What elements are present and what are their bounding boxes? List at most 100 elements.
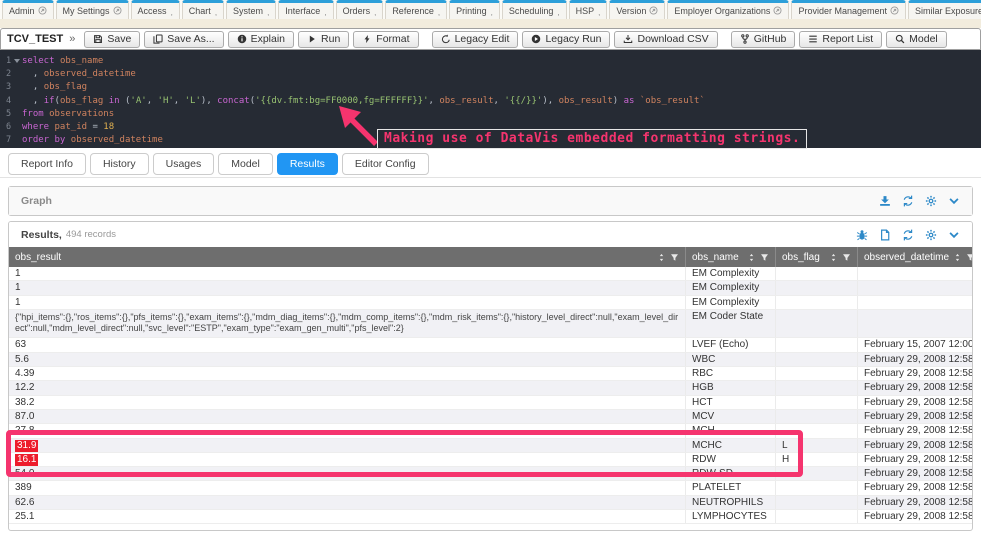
results-panel-header[interactable]: Results, 494 records xyxy=(9,222,972,247)
cell-obs-result: 27.8 xyxy=(9,424,686,437)
explain-button[interactable]: Explain xyxy=(228,31,294,48)
funnel-icon[interactable] xyxy=(966,253,973,262)
menu-item-interface[interactable]: Interface, xyxy=(278,0,333,19)
menu-item-scheduling[interactable]: Scheduling, xyxy=(502,0,567,19)
cell-obs-flag xyxy=(776,467,858,480)
cell-obs-name: MCHC xyxy=(686,439,776,452)
external-icon xyxy=(38,6,47,15)
menu-item-version[interactable]: Version xyxy=(609,0,665,19)
token: obs_name xyxy=(60,56,103,66)
menu-item-my-settings[interactable]: My Settings xyxy=(56,0,129,19)
cell-obs-result: 4.39 xyxy=(9,367,686,380)
funnel-icon[interactable] xyxy=(842,253,851,262)
line-number: 2 xyxy=(0,68,22,81)
table-row: 1EM Complexity xyxy=(9,296,972,310)
model-button[interactable]: Model xyxy=(886,31,947,48)
play-icon xyxy=(307,34,317,44)
table-row: 4.39RBCFebruary 29, 2008 12:58 PM xyxy=(9,367,972,381)
menu-item-access[interactable]: Access, xyxy=(131,0,180,19)
legacy-run-button[interactable]: Legacy Run xyxy=(522,31,610,48)
legacy-edit-button[interactable]: Legacy Edit xyxy=(432,31,519,48)
cell-observed-datetime xyxy=(858,281,972,294)
file-icon[interactable] xyxy=(879,229,891,241)
sort-icon[interactable] xyxy=(657,253,666,262)
chevron-down-icon[interactable] xyxy=(948,229,960,241)
refresh-icon[interactable] xyxy=(902,195,914,207)
token: in xyxy=(103,96,125,106)
external-icon xyxy=(649,6,658,15)
cell-obs-name: RDW-SD xyxy=(686,467,776,480)
sort-icon[interactable] xyxy=(953,253,962,262)
download-tray-icon[interactable] xyxy=(879,195,891,207)
funnel-icon[interactable] xyxy=(760,253,769,262)
cell-obs-result: 1 xyxy=(9,296,686,309)
token: ), xyxy=(201,96,217,106)
fold-caret[interactable] xyxy=(14,59,20,63)
table-row: 31.9MCHCLFebruary 29, 2008 12:58 PM xyxy=(9,439,972,453)
menu-item-provider-management[interactable]: Provider Management xyxy=(791,0,906,19)
results-table-header: obs_resultobs_nameobs_flagobserved_datet… xyxy=(9,247,972,267)
save-as-label: Save As... xyxy=(167,33,214,45)
table-row: 1EM Complexity xyxy=(9,267,972,281)
code-text: order by observed_datetime xyxy=(22,134,163,147)
cell-obs-name: MCV xyxy=(686,410,776,423)
cell-obs-result: 16.1 xyxy=(9,453,686,466)
token: , xyxy=(147,96,158,106)
run-button[interactable]: Run xyxy=(298,31,349,48)
save-button[interactable]: Save xyxy=(84,31,140,48)
tab-model[interactable]: Model xyxy=(218,153,273,175)
funnel-icon[interactable] xyxy=(670,253,679,262)
menu-item-orders[interactable]: Orders, xyxy=(336,0,384,19)
info-icon xyxy=(237,34,247,44)
menu-item-system[interactable]: System, xyxy=(226,0,276,19)
menu-item-suffix: , xyxy=(557,8,559,17)
refresh-icon[interactable] xyxy=(902,229,914,241)
column-header-obs-name[interactable]: obs_name xyxy=(686,247,776,267)
report-list-button[interactable]: Report List xyxy=(799,31,882,48)
tab-results[interactable]: Results xyxy=(277,153,338,175)
floppy-icon xyxy=(93,34,103,44)
gear-icon[interactable] xyxy=(925,195,937,207)
github-button[interactable]: GitHub xyxy=(731,31,796,48)
menu-item-label: Provider Management xyxy=(798,6,887,16)
format-button[interactable]: Format xyxy=(353,31,418,48)
run-label: Run xyxy=(321,33,340,45)
bug-icon[interactable] xyxy=(856,229,868,241)
column-header-observed-datetime[interactable]: observed_datetime xyxy=(858,247,973,267)
menu-item-admin[interactable]: Admin xyxy=(2,0,54,19)
tabbar: Report InfoHistoryUsagesModelResultsEdit… xyxy=(0,148,981,178)
gear-icon[interactable] xyxy=(925,229,937,241)
tab-report-info[interactable]: Report Info xyxy=(8,153,86,175)
graph-panel-header[interactable]: Graph xyxy=(9,187,972,215)
menu-item-printing[interactable]: Printing, xyxy=(449,0,500,19)
cell-obs-flag xyxy=(776,281,858,294)
cell-obs-flag xyxy=(776,481,858,494)
table-row: 38.2HCTFebruary 29, 2008 12:58 PM xyxy=(9,396,972,410)
column-header-obs-result[interactable]: obs_result xyxy=(9,247,686,267)
tab-history[interactable]: History xyxy=(90,153,149,175)
menu-item-hsp[interactable]: HSP, xyxy=(569,0,608,19)
report-name-chevron[interactable]: » xyxy=(69,33,75,45)
menu-item-employer-organizations[interactable]: Employer Organizations xyxy=(667,0,789,19)
chevron-down-icon[interactable] xyxy=(948,195,960,207)
menu-item-similar-exposure-groups-segs[interactable]: Similar Exposure Groups (SEGs) xyxy=(908,0,981,19)
menu-item-suffix: , xyxy=(267,8,269,17)
download-csv-button[interactable]: Download CSV xyxy=(614,31,717,48)
menu-item-chart[interactable]: Chart, xyxy=(182,0,224,19)
table-row: 1EM Complexity xyxy=(9,281,972,295)
sort-icon[interactable] xyxy=(829,253,838,262)
tab-editor-config[interactable]: Editor Config xyxy=(342,153,429,175)
cell-obs-name: HGB xyxy=(686,381,776,394)
column-header-obs-flag[interactable]: obs_flag xyxy=(776,247,858,267)
table-row: {"hpi_items":{},"ros_items":{},"pfs_item… xyxy=(9,310,972,339)
tab-usages[interactable]: Usages xyxy=(153,153,215,175)
menu-item-reference[interactable]: Reference, xyxy=(385,0,447,19)
token: pat_id xyxy=(55,122,88,132)
token: obs_flag xyxy=(44,82,87,92)
cell-obs-result: 87.0 xyxy=(9,410,686,423)
save-as-button[interactable]: Save As... xyxy=(144,31,223,48)
token: 18 xyxy=(103,122,114,132)
table-row: 63LVEF (Echo)February 15, 2007 12:00 AM xyxy=(9,338,972,352)
sort-icon[interactable] xyxy=(747,253,756,262)
token: , xyxy=(22,96,44,106)
